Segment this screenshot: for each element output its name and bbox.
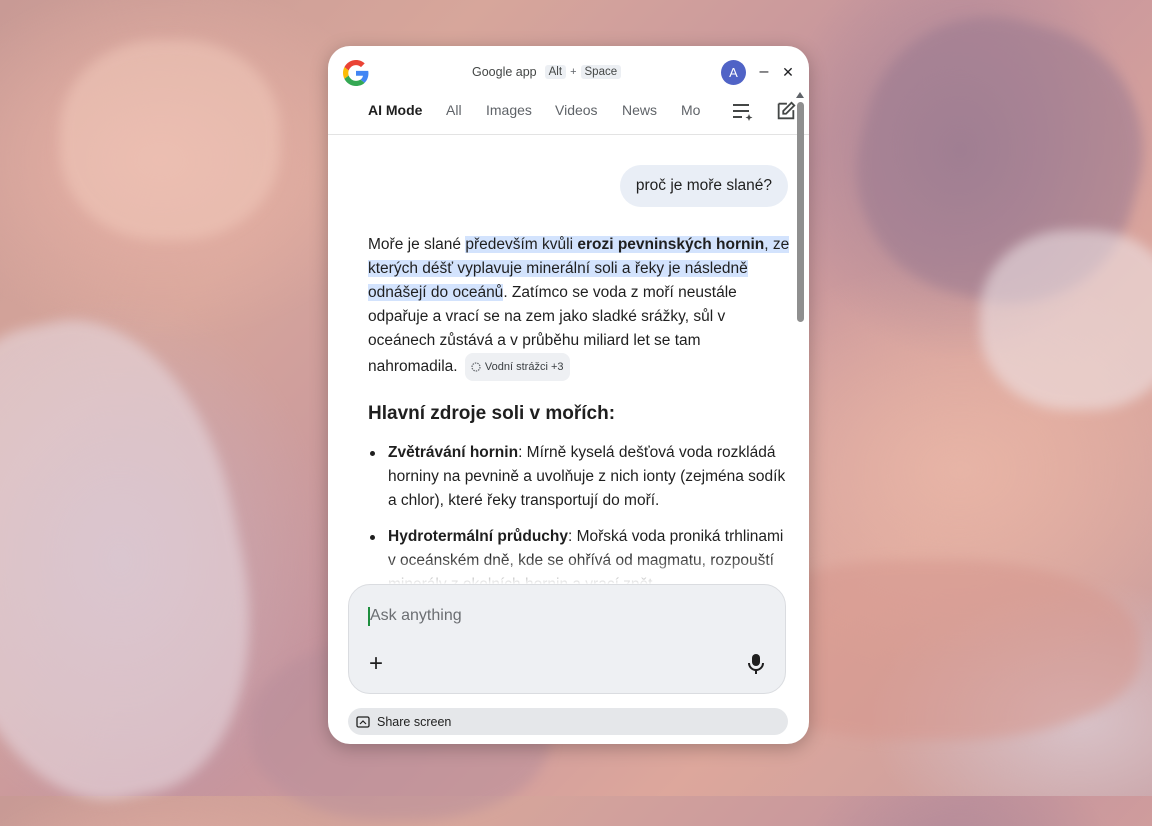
user-query-bubble: proč je moře slané? xyxy=(619,165,788,207)
tab-all[interactable]: All xyxy=(446,102,462,118)
microphone-icon[interactable] xyxy=(747,653,765,675)
tab-more[interactable]: Mo xyxy=(681,102,700,118)
avatar[interactable]: A xyxy=(721,60,746,85)
ask-input-placeholder[interactable]: Ask anything xyxy=(370,607,462,625)
scrollbar[interactable] xyxy=(796,92,805,632)
list-item: Zvětrávání hornin: Mírně kyselá dešťová … xyxy=(368,441,793,513)
search-tabs: AI Mode All Images Videos News Mo xyxy=(328,98,809,135)
answer-highlight-1: především kvůli xyxy=(465,236,578,253)
ask-input-box[interactable]: Ask anything + xyxy=(348,584,786,694)
shortcut-plus: + xyxy=(570,66,577,78)
shortcut-key-space: Space xyxy=(580,65,622,79)
google-app-window: Google app Alt + Space A – ✕ AI Mode All… xyxy=(328,46,809,744)
tab-news[interactable]: News xyxy=(622,102,657,118)
tab-ai-mode[interactable]: AI Mode xyxy=(368,102,422,118)
bullet-title: Hydrotermální průduchy xyxy=(388,528,568,545)
scroll-up-arrow-icon[interactable] xyxy=(796,92,804,98)
share-screen-icon xyxy=(356,715,370,728)
scroll-thumb[interactable] xyxy=(797,102,804,322)
shortcut-key-alt: Alt xyxy=(544,65,567,79)
answer-highlight-bold: erozi pevninských hornin xyxy=(577,236,765,253)
close-button[interactable]: ✕ xyxy=(781,62,795,82)
tab-videos[interactable]: Videos xyxy=(555,102,598,118)
title-bar[interactable]: Google app Alt + Space A – ✕ xyxy=(328,46,809,98)
ai-answer-paragraph: Moře je slané především kvůli erozi pevn… xyxy=(368,233,793,381)
window-title-group: Google app Alt + Space xyxy=(472,65,622,79)
window-title: Google app xyxy=(472,65,537,79)
content-fade xyxy=(328,555,796,585)
source-icon xyxy=(471,362,481,372)
filter-sparkle-icon[interactable] xyxy=(731,100,755,124)
share-screen-label: Share screen xyxy=(377,714,452,729)
answer-heading: Hlavní zdroje soli v mořích: xyxy=(368,403,616,424)
tab-images[interactable]: Images xyxy=(486,102,532,118)
google-g-logo xyxy=(343,60,369,86)
minimize-button[interactable]: – xyxy=(757,62,771,82)
conversation-area: proč je moře slané? Moře je slané předev… xyxy=(328,135,796,585)
share-screen-button[interactable]: Share screen xyxy=(348,708,788,735)
answer-lead: Moře je slané xyxy=(368,236,466,253)
source-chip-label: Vodní strážci +3 xyxy=(484,361,564,373)
bullet-title: Zvětrávání hornin xyxy=(388,444,519,461)
source-chip[interactable]: Vodní strážci +3 xyxy=(464,353,570,381)
add-button[interactable]: + xyxy=(366,652,386,676)
new-chat-edit-icon[interactable] xyxy=(775,100,797,122)
